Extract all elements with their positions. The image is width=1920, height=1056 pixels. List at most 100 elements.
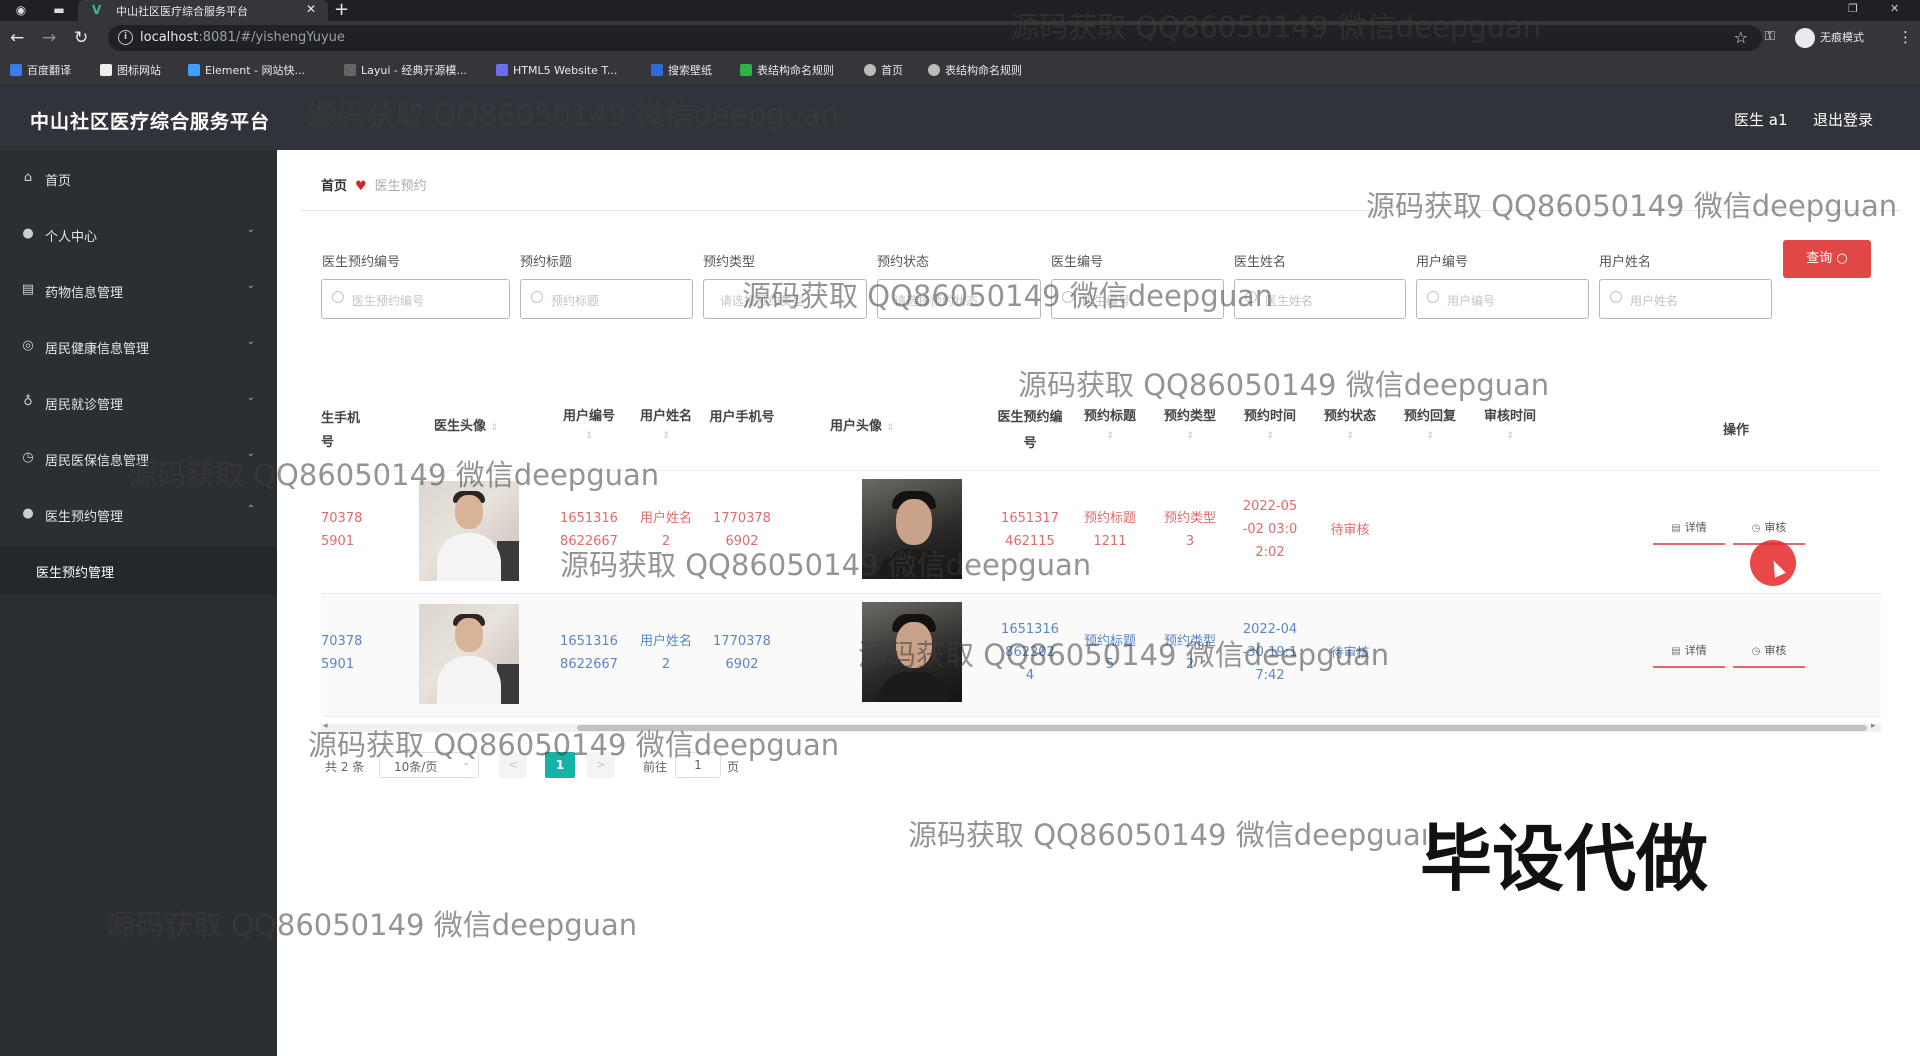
user-phone-cell: 1770378 6902: [713, 634, 771, 672]
sort-icon[interactable]: ⇕: [1397, 429, 1463, 443]
sidebar-item-health[interactable]: ◎ 居民健康信息管理 ⌄: [0, 318, 277, 374]
user-name-input[interactable]: 用户姓名: [1599, 279, 1772, 319]
browser-more-icon[interactable]: ⋮: [1898, 28, 1913, 46]
user-no-cell: 1651316 8622667: [560, 634, 618, 672]
browser-menu-icon[interactable]: ◉: [14, 3, 28, 17]
table-horizontal-scrollbar[interactable]: ◂ ▸: [321, 721, 1881, 732]
column-header[interactable]: 医生头像 ⇕: [411, 415, 521, 440]
next-page-button[interactable]: >: [587, 752, 615, 778]
appointment-title-input[interactable]: 预约标题: [520, 279, 693, 319]
goto-unit: 页: [727, 760, 740, 774]
column-header[interactable]: 生手机 号: [321, 407, 377, 455]
window-icon[interactable]: ▬: [52, 3, 66, 17]
browser-tab[interactable]: V 中山社区医疗综合服务平台 ✕: [78, 0, 328, 21]
sort-icon[interactable]: ⇕: [1237, 429, 1303, 443]
appointment-no-cell: 1651316 862202 4: [1001, 622, 1059, 683]
goto-page-input[interactable]: 1: [675, 752, 721, 778]
vue-favicon-icon: V: [92, 3, 102, 17]
sort-icon[interactable]: ⇕: [887, 423, 895, 433]
bookmark-item[interactable]: 百度翻译: [10, 63, 71, 79]
scroll-left-icon[interactable]: ◂: [323, 721, 328, 731]
column-header[interactable]: 用户手机号: [709, 405, 775, 431]
search-icon: [1062, 291, 1074, 303]
prev-page-button[interactable]: <: [499, 752, 527, 778]
sidebar-item-drugs[interactable]: ▤ 药物信息管理 ⌄: [0, 262, 277, 318]
sort-icon[interactable]: ⇕: [1317, 429, 1383, 443]
page-size-select[interactable]: 10条/页 ⌄: [379, 752, 479, 778]
sidebar-item-home[interactable]: ⌂ 首页: [0, 150, 277, 206]
incognito-indicator[interactable]: 无痕模式: [1795, 28, 1864, 48]
document-icon: ▤: [1671, 523, 1681, 534]
doctor-phone-cell: 70378 5901: [321, 634, 363, 672]
current-page-button[interactable]: 1: [545, 752, 575, 778]
doctor-no-input[interactable]: 医生编号: [1051, 279, 1224, 319]
new-tab-icon[interactable]: +: [334, 0, 349, 20]
sort-icon[interactable]: ⇕: [555, 429, 623, 443]
breadcrumb-home[interactable]: 首页: [321, 179, 347, 194]
sidebar-item-label: 个人中心: [45, 230, 98, 245]
logout-button[interactable]: 退出登录: [1813, 109, 1873, 130]
appointments-table: 生手机 号 医生头像 ⇕ 用户编号 ⇕ 用户姓名 ⇕ 用户手机号 用户头像 ⇕ 医生…: [321, 397, 1881, 727]
app-title: 中山社区医疗综合服务平台: [30, 111, 271, 133]
browser-toolbar: ← → ↻ i localhost:8081/#/yishengYuyue ☆ …: [0, 21, 1920, 55]
appointment-type-select[interactable]: 请选择预约类型: [703, 279, 867, 319]
audit-button[interactable]: ◷ 审核: [1733, 634, 1805, 668]
site-info-icon[interactable]: i: [118, 30, 133, 45]
sort-icon[interactable]: ⇕: [1477, 429, 1543, 443]
breadcrumb-current: 医生预约: [374, 179, 427, 194]
column-header[interactable]: 用户编号 ⇕: [555, 405, 623, 443]
filter-label: 用户编号: [1416, 255, 1469, 270]
user-avatar: [862, 602, 962, 702]
bookmark-item[interactable]: HTML5 Website T...: [496, 63, 617, 79]
scrollbar-thumb[interactable]: [577, 725, 1867, 731]
column-header[interactable]: 用户头像 ⇕: [787, 415, 937, 440]
bookmark-item[interactable]: Layui - 经典开源模...: [344, 63, 467, 79]
sort-icon[interactable]: ⇕: [491, 423, 499, 433]
search-icon: [332, 291, 344, 303]
sidebar-item-profile[interactable]: ● 个人中心 ⌄: [0, 206, 277, 262]
column-header[interactable]: 预约回复 ⇕: [1397, 405, 1463, 443]
forward-icon[interactable]: →: [42, 28, 56, 48]
address-bar[interactable]: i localhost:8081/#/yishengYuyue ☆: [108, 25, 1762, 51]
detail-button[interactable]: ▤ 详情: [1653, 634, 1725, 668]
column-header[interactable]: 预约时间 ⇕: [1237, 405, 1303, 443]
sidebar-item-visits[interactable]: ♁ 居民就诊管理 ⌄: [0, 374, 277, 430]
list-icon: ▤: [21, 282, 35, 297]
appointment-status-select[interactable]: 请选择预约状态: [877, 279, 1041, 319]
column-header[interactable]: 预约状态 ⇕: [1317, 405, 1383, 443]
user-no-input[interactable]: 用户编号: [1416, 279, 1589, 319]
tab-close-icon[interactable]: ✕: [306, 2, 316, 16]
bookmark-item[interactable]: Element - 网站快...: [188, 63, 305, 79]
bookmark-item[interactable]: 首页: [864, 63, 903, 79]
sidebar-item-label: 医生预约管理: [45, 510, 124, 525]
column-header[interactable]: 医生预约编号: [997, 405, 1063, 457]
detail-button[interactable]: ▤ 详情: [1653, 511, 1725, 545]
window-close-icon[interactable]: ✕: [1890, 2, 1899, 15]
sidebar-item-appointments[interactable]: ● 医生预约管理 ⌃: [0, 486, 277, 542]
bookmark-item[interactable]: 搜索壁纸: [651, 63, 712, 79]
sidebar-item-insurance[interactable]: ◷ 居民医保信息管理 ⌄: [0, 430, 277, 486]
scroll-right-icon[interactable]: ▸: [1871, 721, 1876, 731]
promo-stamp: 毕设代做: [1420, 817, 1709, 901]
sort-icon[interactable]: ⇕: [633, 429, 699, 443]
bookmark-item[interactable]: 表结构命名规则: [740, 63, 834, 79]
back-icon[interactable]: ←: [10, 28, 24, 48]
column-header[interactable]: 预约类型 ⇕: [1157, 405, 1223, 443]
shield-icon: ◷: [22, 450, 34, 465]
key-icon[interactable]: ⚿: [1765, 29, 1775, 44]
sort-icon[interactable]: ⇕: [1157, 429, 1223, 443]
column-header[interactable]: 预约标题 ⇕: [1077, 405, 1143, 443]
sidebar-subitem-label: 医生预约管理: [36, 566, 115, 581]
reload-icon[interactable]: ↻: [74, 28, 88, 48]
sidebar-subitem-appointments[interactable]: 医生预约管理: [0, 546, 277, 594]
sort-icon[interactable]: ⇕: [1077, 429, 1143, 443]
window-restore-icon[interactable]: ❐: [1848, 2, 1858, 15]
bookmark-item[interactable]: 表结构命名规则: [928, 63, 1022, 79]
bookmark-item[interactable]: 图标网站: [100, 63, 161, 79]
column-header[interactable]: 用户姓名 ⇕: [633, 405, 699, 443]
query-button[interactable]: 查询 ○: [1783, 240, 1871, 278]
appointment-no-input[interactable]: 医生预约编号: [321, 279, 510, 319]
doctor-name-input[interactable]: 医生姓名: [1234, 279, 1406, 319]
column-header[interactable]: 审核时间 ⇕: [1477, 405, 1543, 443]
bookmark-star-icon[interactable]: ☆: [1734, 28, 1748, 47]
